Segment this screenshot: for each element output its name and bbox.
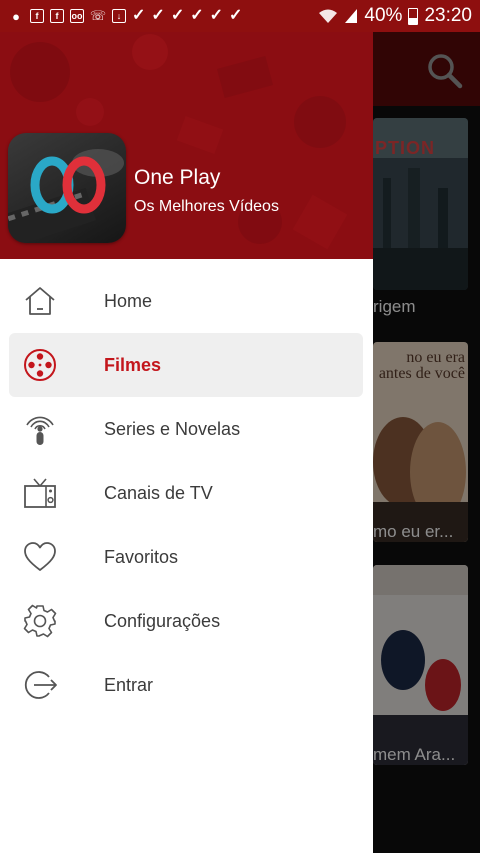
drawer-menu: Home Filmes Series e Novelas Canais de T… xyxy=(0,269,373,717)
menu-label: Series e Novelas xyxy=(104,418,241,439)
heart-icon xyxy=(24,542,56,571)
menu-item-entrar[interactable]: Entrar xyxy=(0,653,373,717)
menu-item-filmes[interactable]: Filmes xyxy=(0,333,373,397)
check-icon: ✓ xyxy=(190,7,204,24)
menu-label: Filmes xyxy=(104,354,162,375)
wifi-icon xyxy=(319,9,338,23)
menu-label: Entrar xyxy=(104,674,154,695)
status-bar: ● f f oo ☏ ↓ ✓ ✓ ✓ ✓ ✓ ✓ 40% 23:20 xyxy=(0,0,480,32)
app-name: One Play xyxy=(134,166,221,189)
clock: 23:20 xyxy=(424,5,472,26)
home-icon xyxy=(25,287,55,315)
broadcast-icon xyxy=(26,416,54,445)
menu-item-home[interactable]: Home xyxy=(0,269,373,333)
facebook-icon: f xyxy=(30,9,44,23)
download-icon: ↓ xyxy=(112,9,126,23)
voicemail-icon: oo xyxy=(70,9,84,23)
gear-icon xyxy=(23,604,57,638)
whatsapp-icon: ☏ xyxy=(89,8,107,23)
app-logo xyxy=(8,133,126,243)
app-tagline: Os Melhores Vídeos xyxy=(134,198,279,215)
menu-item-configuracoes[interactable]: Configurações xyxy=(0,589,373,653)
login-icon xyxy=(24,671,57,699)
facebook-icon: f xyxy=(50,9,64,23)
tv-icon xyxy=(24,478,56,508)
film-reel-icon xyxy=(24,349,56,381)
menu-item-series[interactable]: Series e Novelas xyxy=(0,397,373,461)
battery-icon xyxy=(408,7,419,25)
chat-icon: ● xyxy=(12,8,20,24)
signal-icon xyxy=(345,9,358,23)
menu-label: Home xyxy=(104,290,153,311)
menu-label: Configurações xyxy=(104,610,221,631)
navigation-drawer: One Play Os Melhores Vídeos Home Filmes xyxy=(0,32,373,853)
check-icon: ✓ xyxy=(170,7,185,24)
selected-highlight xyxy=(9,333,363,397)
menu-label: Favoritos xyxy=(104,546,179,567)
menu-item-canais-tv[interactable]: Canais de TV xyxy=(0,461,373,525)
check-icon: ✓ xyxy=(132,7,146,24)
drawer-scrim[interactable] xyxy=(373,32,480,853)
battery-percent: 40% xyxy=(364,5,403,26)
check-icon: ✓ xyxy=(229,7,243,24)
drawer-header: One Play Os Melhores Vídeos xyxy=(0,32,373,259)
check-icon: ✓ xyxy=(151,7,165,24)
check-icon: ✓ xyxy=(209,7,224,24)
menu-item-favoritos[interactable]: Favoritos xyxy=(0,525,373,589)
menu-label: Canais de TV xyxy=(104,482,213,503)
